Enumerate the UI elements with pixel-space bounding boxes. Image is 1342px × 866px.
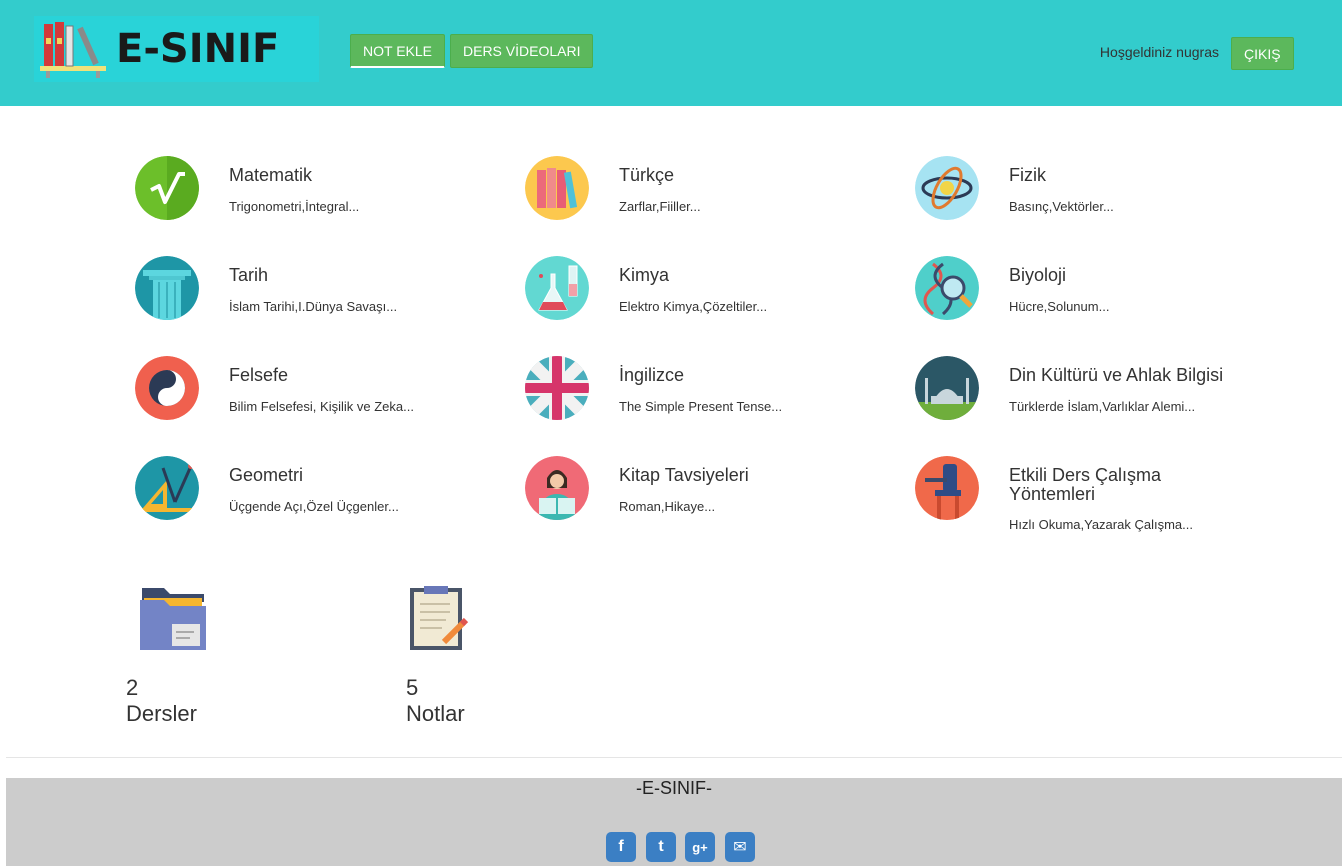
google-plus-icon[interactable]: g+ [685,832,715,862]
subject-card-tarih[interactable]: Tarih İslam Tarihi,I.Dünya Savaşı... [135,256,495,346]
stat-count: 5 [406,675,419,700]
subject-card-felsefe[interactable]: Felsefe Bilim Felsefesi, Kişilik ve Zeka… [135,356,495,446]
footer-title: -E-SINIF- [636,778,712,798]
email-icon[interactable]: ✉ [725,832,755,862]
nav-ders-videolari-button[interactable]: DERS VİDEOLARI [450,34,594,68]
subject-card-turkce[interactable]: Türkçe Zarflar,Fiiller... [525,156,885,246]
yin-yang-icon [135,356,199,420]
column-icon [135,256,199,320]
subject-card-kitap-tavsiyeleri[interactable]: Kitap Tavsiyeleri Roman,Hikaye... [525,456,885,546]
footer-divider [6,757,1342,758]
stat-label: Notlar [406,701,465,726]
subject-title: Biyoloji [1009,265,1067,285]
desk-chair-icon [915,456,979,520]
subject-title: Matematik [229,165,313,185]
subject-title: Kimya [619,265,670,285]
top-header: E-SINIF NOT EKLE DERS VİDEOLARI Hoşgeldi… [0,0,1342,106]
subject-desc: İslam Tarihi,I.Dünya Savaşı... [229,299,398,314]
subject-card-etkili-ders-calisma[interactable]: Etkili Ders Çalışma Yöntemleri Hızlı Oku… [915,456,1275,566]
stat-label: Dersler [126,701,197,726]
nav-not-ekle-button[interactable]: NOT EKLE [350,34,445,68]
subject-desc: Türklerde İslam,Varlıklar Alemi... [1009,399,1196,414]
mosque-icon [915,356,979,420]
subject-card-matematik[interactable]: Matematik Trigonometri,İntegral... [135,156,495,246]
dna-magnifier-icon [915,256,979,320]
subject-desc: Basınç,Vektörler... [1009,199,1114,214]
subject-title: Din Kültürü ve Ahlak Bilgisi [1009,365,1224,385]
subject-desc: Bilim Felsefesi, Kişilik ve Zeka... [229,399,414,414]
subject-title: Felsefe [229,365,289,385]
stat-notlar[interactable]: 5 Notlar [406,584,566,727]
subject-title: Türkçe [619,165,675,185]
uk-flag-icon [525,356,589,420]
subject-card-ingilizce[interactable]: İngilizce The Simple Present Tense... [525,356,885,446]
logout-button[interactable]: ÇIKIŞ [1231,37,1294,70]
stat-dersler[interactable]: 2 Dersler [126,584,286,727]
subject-card-kimya[interactable]: Kimya Elektro Kimya,Çözeltiler... [525,256,885,346]
subject-desc: Trigonometri,İntegral... [229,199,360,214]
stat-count: 2 [126,675,139,700]
footer: -E-SINIF- f t g+ ✉ [6,778,1342,866]
subject-title: Tarih [229,265,269,285]
subject-card-din-kulturu[interactable]: Din Kültürü ve Ahlak Bilgisi Türklerde İ… [915,356,1275,446]
subject-card-fizik[interactable]: Fizik Basınç,Vektörler... [915,156,1275,246]
subject-card-biyoloji[interactable]: Biyoloji Hücre,Solunum... [915,256,1275,346]
subject-title: Fizik [1009,165,1046,185]
folder-icon [140,588,206,650]
square-root-icon [135,156,199,220]
flask-icon [525,256,589,320]
bookshelf-logo-icon [40,22,106,78]
subject-title: Geometri [229,465,304,485]
logo-text: E-SINIF [116,26,280,72]
subject-title: Kitap Tavsiyeleri [619,465,749,485]
clipboard-icon [410,586,469,650]
twitter-icon[interactable]: t [646,832,676,862]
subject-title: Etkili Ders Çalışma Yöntemleri [1009,465,1162,504]
reader-icon [525,456,589,520]
set-square-icon [135,456,199,520]
subject-desc: Hücre,Solunum... [1009,299,1110,314]
facebook-icon[interactable]: f [606,832,636,862]
subject-card-geometri[interactable]: Geometri Üçgende Açı,Özel Üçgenler... [135,456,495,546]
subject-desc: Hızlı Okuma,Yazarak Çalışma... [1009,517,1193,532]
subject-desc: Zarflar,Fiiller... [619,199,701,214]
subject-desc: Elektro Kimya,Çözeltiler... [619,299,768,314]
books-icon [525,156,589,220]
subject-desc: Roman,Hikaye... [619,499,716,514]
welcome-text: Hoşgeldiniz nugras [1099,44,1219,60]
subject-desc: Üçgende Açı,Özel Üçgenler... [229,499,399,514]
atom-icon [915,156,979,220]
subject-title: İngilizce [619,365,685,385]
site-logo[interactable]: E-SINIF [34,16,319,82]
subject-desc: The Simple Present Tense... [619,399,783,414]
